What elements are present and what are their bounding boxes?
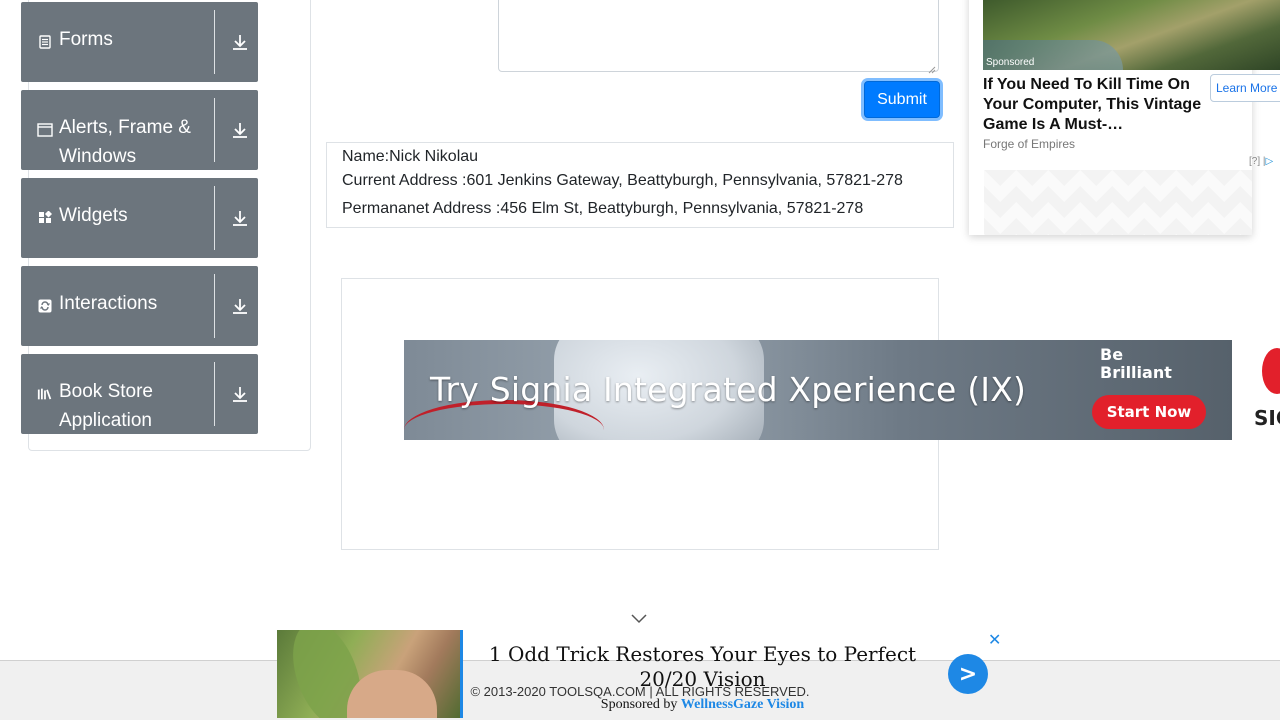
download-icon[interactable] [230, 178, 250, 258]
chevron-down-icon[interactable] [630, 612, 648, 626]
group-label: Alerts, Frame & Windows [59, 117, 191, 167]
divider [214, 274, 215, 338]
submit-button[interactable]: Submit [864, 81, 940, 118]
output-current-address: Current Address :601 Jenkins Gateway, Be… [342, 172, 903, 189]
banner-ad[interactable]: Try Signia Integrated Xperience (IX) Be … [404, 340, 1232, 440]
logo-dot [1262, 348, 1280, 394]
interactions-icon [37, 298, 53, 314]
sticky-ad-sponsor: Sponsored by WellnessGaze Vision [470, 697, 935, 713]
adchoices-icon[interactable]: [?] |▷ [1249, 156, 1273, 167]
ad-title[interactable]: If You Need To Kill Time On Your Compute… [983, 75, 1203, 135]
output-permanent-address: Permananet Address :456 Elm St, Beattybu… [342, 200, 864, 217]
divider [214, 10, 215, 74]
adchoices-triangle-icon: ▷ [1265, 156, 1274, 167]
sidebar-group-interactions[interactable]: Interactions [21, 266, 258, 346]
adchoices-text: [?] | [1249, 156, 1266, 167]
banner-headline: Try Signia Integrated Xperience (IX) [430, 370, 1027, 409]
sidebar-group-forms[interactable]: Forms [21, 2, 258, 82]
divider [214, 98, 215, 162]
banner-tagline: Be Brilliant [1100, 345, 1172, 382]
download-icon[interactable] [230, 354, 250, 434]
group-header: Interactions [37, 266, 213, 346]
form-icon [37, 34, 53, 50]
hand-image [347, 670, 437, 718]
sidebar-group-alerts[interactable]: Alerts, Frame & Windows [21, 90, 258, 170]
group-label: Book Store Application [59, 381, 153, 431]
divider [214, 186, 215, 250]
group-header: Widgets [37, 178, 213, 258]
group-header: Book Store Application [37, 354, 213, 434]
group-label: Interactions [59, 293, 158, 314]
start-now-button[interactable]: Start Now [1092, 395, 1206, 429]
widgets-icon [37, 210, 53, 226]
divider [214, 362, 215, 426]
signia-logo: SIG [1236, 340, 1280, 440]
sidebar-group-widgets[interactable]: Widgets [21, 178, 258, 258]
go-arrow-button[interactable]: > [948, 654, 988, 694]
brand-text: SIG [1254, 406, 1280, 430]
sponsored-by-label: Sponsored by [600, 697, 678, 712]
output-panel: Name:Nick Nikolau Current Address :601 J… [326, 142, 954, 228]
resize-grip-icon[interactable] [928, 61, 936, 74]
game-ad-image[interactable]: Sponsored [983, 0, 1280, 70]
ad-pattern-background [984, 170, 1252, 235]
learn-more-button[interactable]: Learn More [1210, 74, 1280, 102]
sidebar-group-book-store[interactable]: Book Store Application [21, 354, 258, 434]
download-icon[interactable] [230, 90, 250, 170]
sponsor-name[interactable]: WellnessGaze Vision [681, 697, 804, 712]
books-icon [37, 386, 53, 402]
group-label: Widgets [59, 205, 128, 226]
aloe-ad-image[interactable] [277, 630, 462, 718]
output-name: Name:Nick Nikolau [342, 148, 479, 165]
ad-source: Forge of Empires [983, 137, 1076, 151]
group-header: Alerts, Frame & Windows [37, 90, 213, 170]
window-icon [37, 122, 53, 138]
sticky-ad-title[interactable]: 1 Odd Trick Restores Your Eyes to Perfec… [470, 642, 935, 692]
permanent-address-textarea[interactable] [498, 0, 939, 74]
accent-bar [460, 630, 463, 718]
sponsored-tag: Sponsored [986, 57, 1035, 68]
download-icon[interactable] [230, 2, 250, 82]
group-label: Forms [59, 29, 113, 50]
group-header: Forms [37, 2, 213, 82]
download-icon[interactable] [230, 266, 250, 346]
close-icon[interactable]: ✕ [988, 630, 1001, 649]
